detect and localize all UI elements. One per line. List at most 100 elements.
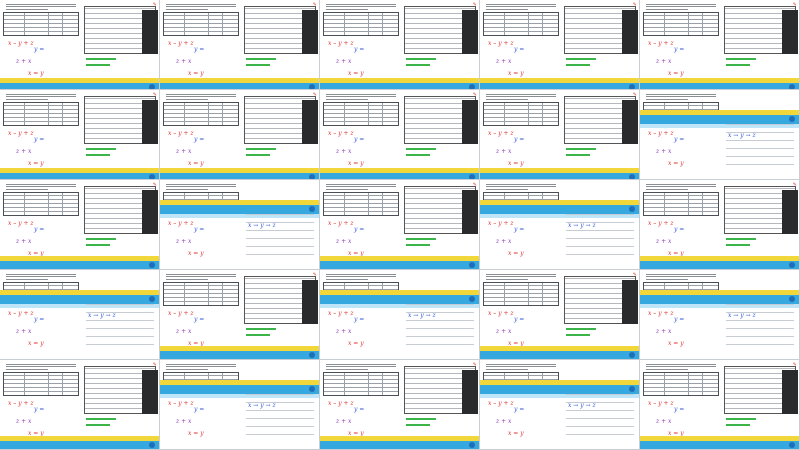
ruled-line: [566, 418, 634, 419]
handwritten-note: z + x: [336, 148, 352, 155]
worksheet-header: [486, 2, 556, 11]
ruled-line: [86, 328, 154, 329]
ruled-line: [726, 304, 794, 305]
handwritten-note: y =: [34, 226, 45, 233]
handwritten-note: x – y + z: [648, 40, 674, 47]
handwritten-note: x – y + z: [168, 400, 194, 407]
ruled-line: [246, 410, 314, 411]
color-band: [320, 83, 479, 89]
page-thumbnail[interactable]: x – y + z y = z + x x = y x → y → z: [640, 270, 800, 360]
handwritten-note: x – y + z: [168, 220, 194, 227]
handwritten-formula: x → y → z: [568, 222, 596, 229]
highlight-line: [246, 148, 276, 150]
handwritten-note: x – y + z: [648, 400, 674, 407]
handwritten-note: z + x: [16, 328, 32, 335]
page-mark: ✎: [312, 2, 317, 8]
page-thumbnail[interactable]: x – y + z y = z + x x = y ✎: [480, 90, 640, 180]
handwritten-note: x – y + z: [8, 130, 34, 137]
page-thumbnail[interactable]: x – y + z y = z + x x = y x → y → z: [640, 90, 800, 180]
page-thumbnail[interactable]: x – y + z y = z + x x = y ✎: [0, 180, 160, 270]
dark-column: [142, 370, 158, 414]
worksheet-header: [646, 272, 716, 281]
handwritten-note: x = y: [348, 340, 364, 347]
page-thumbnail[interactable]: x – y + z y = z + x x = y x → y → z: [0, 270, 160, 360]
page-thumbnail[interactable]: x – y + z y = z + x x = y ✎: [160, 0, 320, 90]
page-thumbnail[interactable]: x – y + z y = z + x x = y ✎: [480, 270, 640, 360]
page-thumbnail[interactable]: x – y + z y = z + x x = y x → y → z: [160, 360, 320, 450]
handwritten-note: y =: [354, 316, 365, 323]
handwritten-note: z + x: [16, 58, 32, 65]
page-thumbnail[interactable]: x – y + z y = z + x x = y ✎: [160, 90, 320, 180]
handwritten-note: x – y + z: [8, 40, 34, 47]
highlight-line: [406, 238, 436, 240]
handwritten-note: x = y: [348, 160, 364, 167]
page-thumbnail[interactable]: x – y + z y = z + x x = y x → y → z: [160, 180, 320, 270]
ruled-line: [246, 254, 314, 255]
page-thumbnail[interactable]: x – y + z y = z + x x = y ✎: [320, 0, 480, 90]
highlight-line: [406, 244, 430, 246]
handwritten-note: y =: [674, 316, 685, 323]
page-thumbnail[interactable]: x – y + z y = z + x x = y ✎: [320, 360, 480, 450]
handwritten-note: x = y: [188, 250, 204, 257]
page-mark: ✎: [152, 182, 157, 188]
handwritten-note: z + x: [336, 328, 352, 335]
ruled-line: [246, 394, 314, 395]
handwritten-note: y =: [674, 46, 685, 53]
worksheet-table: [323, 372, 399, 396]
thumbnail-grid: x – y + z y = z + x x = y ✎ x – y + z y …: [0, 0, 800, 450]
handwritten-note: x – y + z: [488, 400, 514, 407]
dark-column: [302, 100, 318, 144]
handwritten-note: z + x: [176, 58, 192, 65]
page-mark: ✎: [472, 2, 477, 8]
handwritten-note: z + x: [336, 238, 352, 245]
page-thumbnail[interactable]: x – y + z y = z + x x = y ✎: [0, 0, 160, 90]
dark-column: [462, 10, 478, 54]
worksheet-table: [3, 192, 79, 216]
page-thumbnail[interactable]: x – y + z y = z + x x = y x → y → z: [480, 180, 640, 270]
handwritten-note: x – y + z: [168, 130, 194, 137]
ruled-line: [246, 214, 314, 215]
ruled-line: [246, 426, 314, 427]
color-band: [160, 83, 319, 89]
page-thumbnail[interactable]: x – y + z y = z + x x = y x → y → z: [480, 360, 640, 450]
worksheet-header: [6, 2, 76, 11]
handwritten-note: x = y: [28, 160, 44, 167]
dark-column: [302, 280, 318, 324]
handwritten-note: y =: [34, 46, 45, 53]
ruled-line: [726, 320, 794, 321]
page-thumbnail[interactable]: x – y + z y = z + x x = y ✎: [320, 180, 480, 270]
page-thumbnail[interactable]: x – y + z y = z + x x = y ✎: [0, 90, 160, 180]
handwritten-note: x = y: [508, 70, 524, 77]
handwritten-note: x = y: [188, 430, 204, 437]
dark-column: [782, 10, 798, 54]
worksheet-header: [166, 2, 236, 11]
page-thumbnail[interactable]: x – y + z y = z + x x = y ✎: [160, 270, 320, 360]
page-thumbnail[interactable]: x – y + z y = z + x x = y ✎: [640, 360, 800, 450]
highlight-line: [566, 64, 590, 66]
ruled-line: [406, 336, 474, 337]
handwritten-note: x = y: [508, 250, 524, 257]
page-badge-icon: [789, 262, 795, 268]
page-badge-icon: [469, 262, 475, 268]
worksheet-table: [163, 12, 239, 36]
worksheet-header: [166, 272, 236, 281]
highlight-line: [726, 238, 756, 240]
handwritten-note: z + x: [176, 238, 192, 245]
worksheet-table: [3, 102, 79, 126]
page-thumbnail[interactable]: x – y + z y = z + x x = y x → y → z: [320, 270, 480, 360]
highlight-line: [86, 424, 110, 426]
highlight-line: [86, 244, 110, 246]
dark-column: [782, 370, 798, 414]
worksheet-header: [646, 92, 716, 101]
ruled-line: [726, 140, 794, 141]
worksheet-header: [326, 362, 396, 371]
handwritten-note: x = y: [188, 160, 204, 167]
page-thumbnail[interactable]: x – y + z y = z + x x = y ✎: [0, 360, 160, 450]
page-mark: ✎: [792, 2, 797, 8]
page-thumbnail[interactable]: x – y + z y = z + x x = y ✎: [640, 0, 800, 90]
color-band: [0, 441, 159, 449]
page-thumbnail[interactable]: x – y + z y = z + x x = y ✎: [480, 0, 640, 90]
ruled-line: [246, 418, 314, 419]
page-thumbnail[interactable]: x – y + z y = z + x x = y ✎: [320, 90, 480, 180]
page-thumbnail[interactable]: x – y + z y = z + x x = y ✎: [640, 180, 800, 270]
